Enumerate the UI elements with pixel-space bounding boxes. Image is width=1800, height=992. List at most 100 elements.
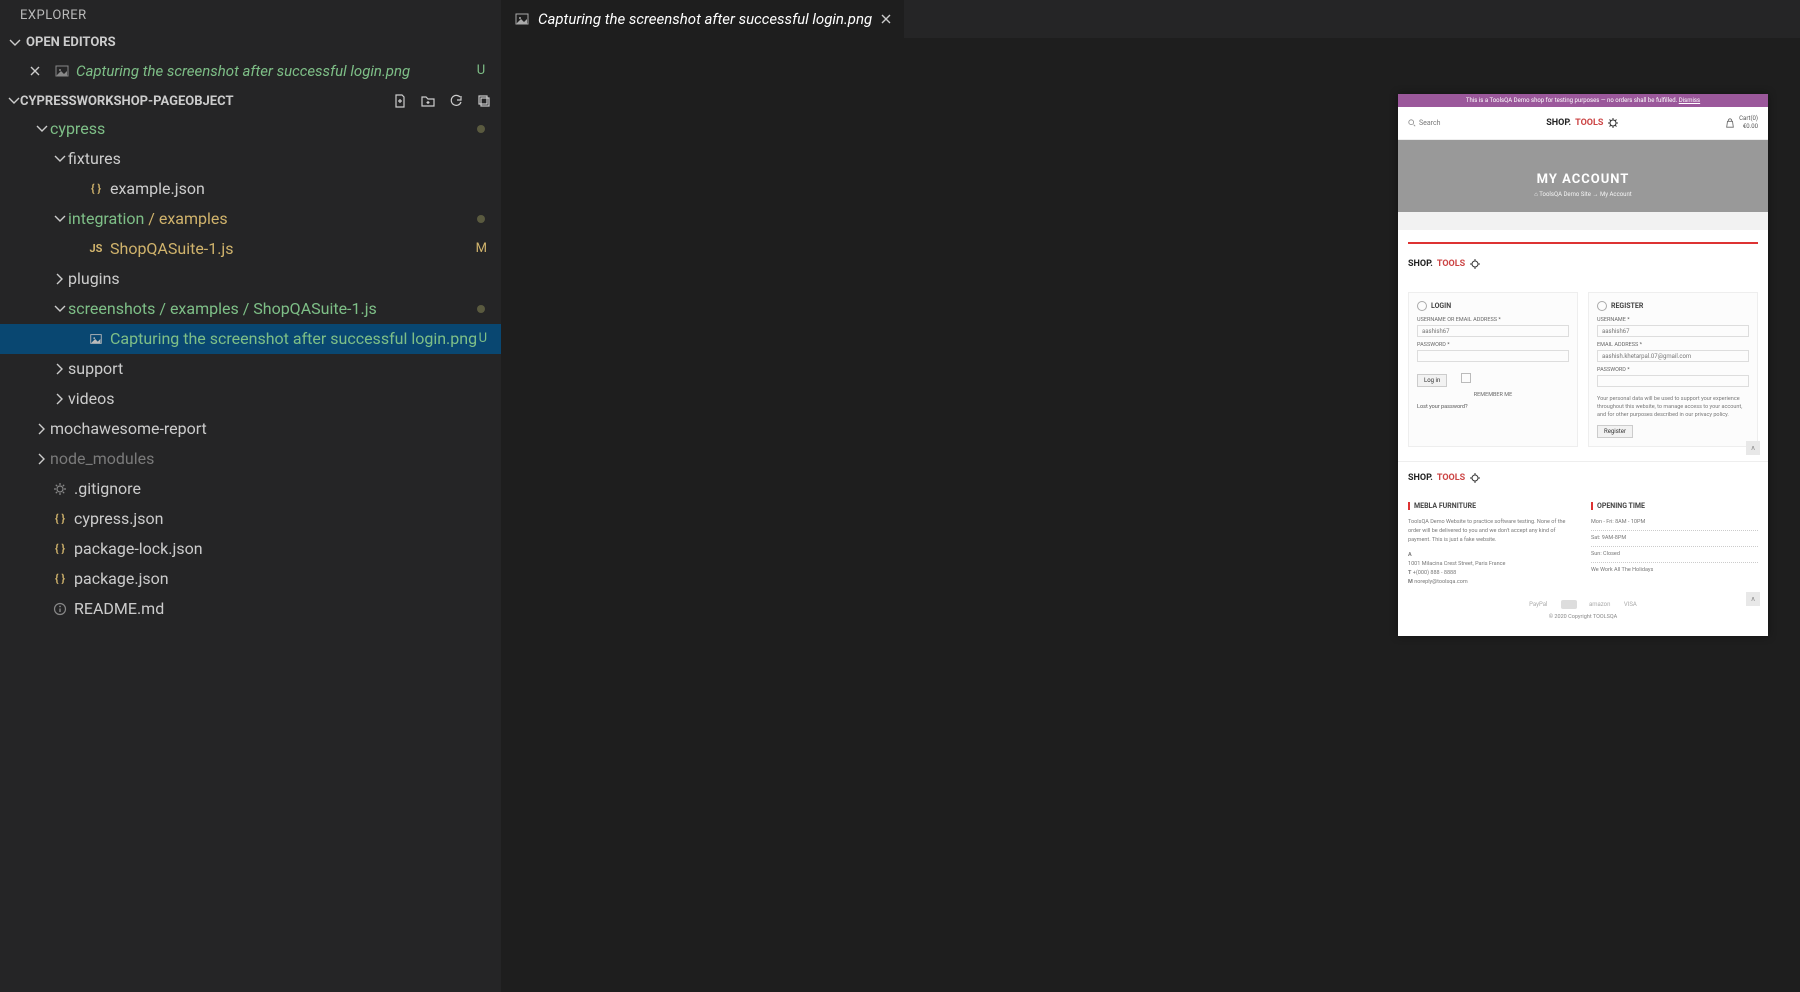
tree-item-label: videos [68, 386, 491, 412]
chevron-down-icon [8, 37, 22, 49]
image-file-icon [54, 63, 70, 79]
hours-row: Sun: Closed [1591, 550, 1758, 559]
chevron-down-icon [52, 153, 68, 165]
login-heading: LOGIN [1417, 301, 1569, 311]
search-box: Search [1408, 119, 1441, 127]
tree-item-label: support [68, 356, 491, 382]
cart-widget: Cart(0) €0.00 [1725, 115, 1758, 131]
collapse-all-icon[interactable] [475, 92, 493, 110]
register-form: REGISTER USERNAME * aashish67 EMAIL ADDR… [1588, 292, 1758, 447]
cart-total: €0.00 [1739, 123, 1758, 131]
file-row[interactable]: Capturing the screenshot after successfu… [0, 324, 501, 354]
chevron-right-icon [52, 363, 68, 375]
hours-row: Sat: 9AM-8PM [1591, 534, 1758, 543]
footer-phone: +(000) 888 - 8888 [1413, 570, 1456, 576]
reg-email-input: aashish.khetarpal.07@gmail.com [1597, 350, 1749, 362]
file-tree: cypressfixtures{ }example.jsonintegratio… [0, 114, 501, 624]
folder-row[interactable]: videos [0, 384, 501, 414]
search-icon [1408, 119, 1416, 127]
copyright: © 2020 Copyright TOOLSQA [1408, 614, 1758, 626]
file-status-badge: U [479, 326, 487, 352]
tree-item-label: plugins [68, 266, 491, 292]
close-icon[interactable] [28, 64, 46, 78]
image-preview: This is a ToolsQA Demo shop for testing … [1398, 94, 1768, 636]
spacer [1398, 212, 1768, 230]
footer-col-about: MEBLA FURNITURE ToolsQA Demo Website to … [1408, 502, 1575, 587]
tree-item-label: Capturing the screenshot after successfu… [110, 326, 479, 352]
folder-row[interactable]: support [0, 354, 501, 384]
editor-viewport[interactable]: This is a ToolsQA Demo shop for testing … [502, 38, 1800, 992]
tree-item-label: example.json [110, 176, 491, 202]
tree-item-label: screenshots / examples / ShopQASuite-1.j… [68, 296, 477, 322]
folder-row[interactable]: fixtures [0, 144, 501, 174]
folder-row[interactable]: node_modules [0, 444, 501, 474]
file-status-badge: U [471, 58, 491, 84]
reg-email-label: EMAIL ADDRESS * [1597, 342, 1749, 348]
file-row[interactable]: JSShopQASuite-1.jsM [0, 234, 501, 264]
shop-footer: SHOP.TOOLS MEBLA FURNITURE ToolsQA Demo … [1398, 461, 1768, 636]
tree-item-label: cypress.json [74, 506, 491, 532]
folder-row[interactable]: integration / examples [0, 204, 501, 234]
footer-col1-title: MEBLA FURNITURE [1408, 502, 1575, 510]
lost-password-link: Lost your password? [1417, 404, 1569, 410]
chevron-right-icon [34, 423, 50, 435]
footer-about-text: ToolsQA Demo Website to practice softwar… [1408, 518, 1575, 545]
tree-item-label: README.md [74, 596, 491, 622]
reg-username-input: aashish67 [1597, 325, 1749, 337]
home-icon: ⌂ [1534, 191, 1538, 198]
chevron-right-icon [52, 393, 68, 405]
tree-item-label: fixtures [68, 146, 491, 172]
password-input [1417, 350, 1569, 362]
gear-icon [1469, 258, 1481, 270]
file-explorer-sidebar: EXPLORER OPEN EDITORS Capturing the scre… [0, 0, 502, 992]
open-editors-header[interactable]: OPEN EDITORS [0, 31, 501, 54]
open-editor-item[interactable]: Capturing the screenshot after successfu… [0, 54, 501, 88]
gear-icon [1469, 472, 1481, 484]
file-row[interactable]: .gitignore [0, 474, 501, 504]
page-title: MY ACCOUNT [1398, 172, 1768, 187]
banner-dismiss-link: Dismiss [1679, 97, 1700, 104]
tree-item-label: package.json [74, 566, 491, 592]
hours-row: Mon - Fri: 8AM - 10PM [1591, 518, 1758, 527]
login-form: LOGIN USERNAME OR EMAIL ADDRESS * aashis… [1408, 292, 1578, 447]
new-file-icon[interactable] [391, 92, 409, 110]
gear-icon [1607, 117, 1619, 129]
folder-row[interactable]: cypress [0, 114, 501, 144]
tree-item-label: integration / examples [68, 206, 477, 232]
file-row[interactable]: { }example.json [0, 174, 501, 204]
file-row[interactable]: { }package-lock.json [0, 534, 501, 564]
close-icon[interactable] [880, 13, 892, 25]
scroll-top-button: ∧ [1746, 441, 1760, 455]
refresh-icon[interactable] [447, 92, 465, 110]
search-label: Search [1419, 119, 1441, 127]
username-label: USERNAME OR EMAIL ADDRESS * [1417, 317, 1569, 323]
file-row[interactable]: { }package.json [0, 564, 501, 594]
remember-checkbox [1461, 373, 1471, 383]
workspace-header[interactable]: CYPRESSWORKSHOP-PAGEOBJECT [0, 88, 501, 114]
footer-col2-title: OPENING TIME [1591, 502, 1758, 510]
tree-item-label: cypress [50, 116, 477, 142]
reg-password-input [1597, 375, 1749, 387]
file-row[interactable]: README.md [0, 594, 501, 624]
open-editors-label: OPEN EDITORS [26, 35, 116, 50]
shop-logo: SHOP.TOOLS [1408, 472, 1758, 484]
page-hero: MY ACCOUNT ⌂ ToolsQA Demo Site → My Acco… [1398, 140, 1768, 212]
file-row[interactable]: { }cypress.json [0, 504, 501, 534]
new-folder-icon[interactable] [419, 92, 437, 110]
git-modified-dot-icon [477, 215, 485, 223]
folder-row[interactable]: plugins [0, 264, 501, 294]
shop-logo: SHOP.TOOLS [1408, 258, 1758, 270]
cart-count: Cart(0) [1739, 115, 1758, 123]
privacy-text: Your personal data will be used to suppo… [1597, 395, 1749, 419]
banner-text: This is a ToolsQA Demo shop for testing … [1466, 97, 1679, 104]
json-file-icon: { } [86, 176, 106, 202]
payment-logos: PayPal amazon VISA [1408, 595, 1758, 614]
img-file-icon [86, 332, 106, 346]
demo-banner: This is a ToolsQA Demo shop for testing … [1398, 94, 1768, 107]
image-file-icon [514, 11, 530, 27]
folder-row[interactable]: mochawesome-report [0, 414, 501, 444]
workspace-name: CYPRESSWORKSHOP-PAGEOBJECT [20, 94, 391, 109]
shop-topbar: Search SHOP.TOOLS Cart(0) €0.00 [1398, 107, 1768, 140]
folder-row[interactable]: screenshots / examples / ShopQASuite-1.j… [0, 294, 501, 324]
editor-tab[interactable]: Capturing the screenshot after successfu… [502, 0, 905, 38]
